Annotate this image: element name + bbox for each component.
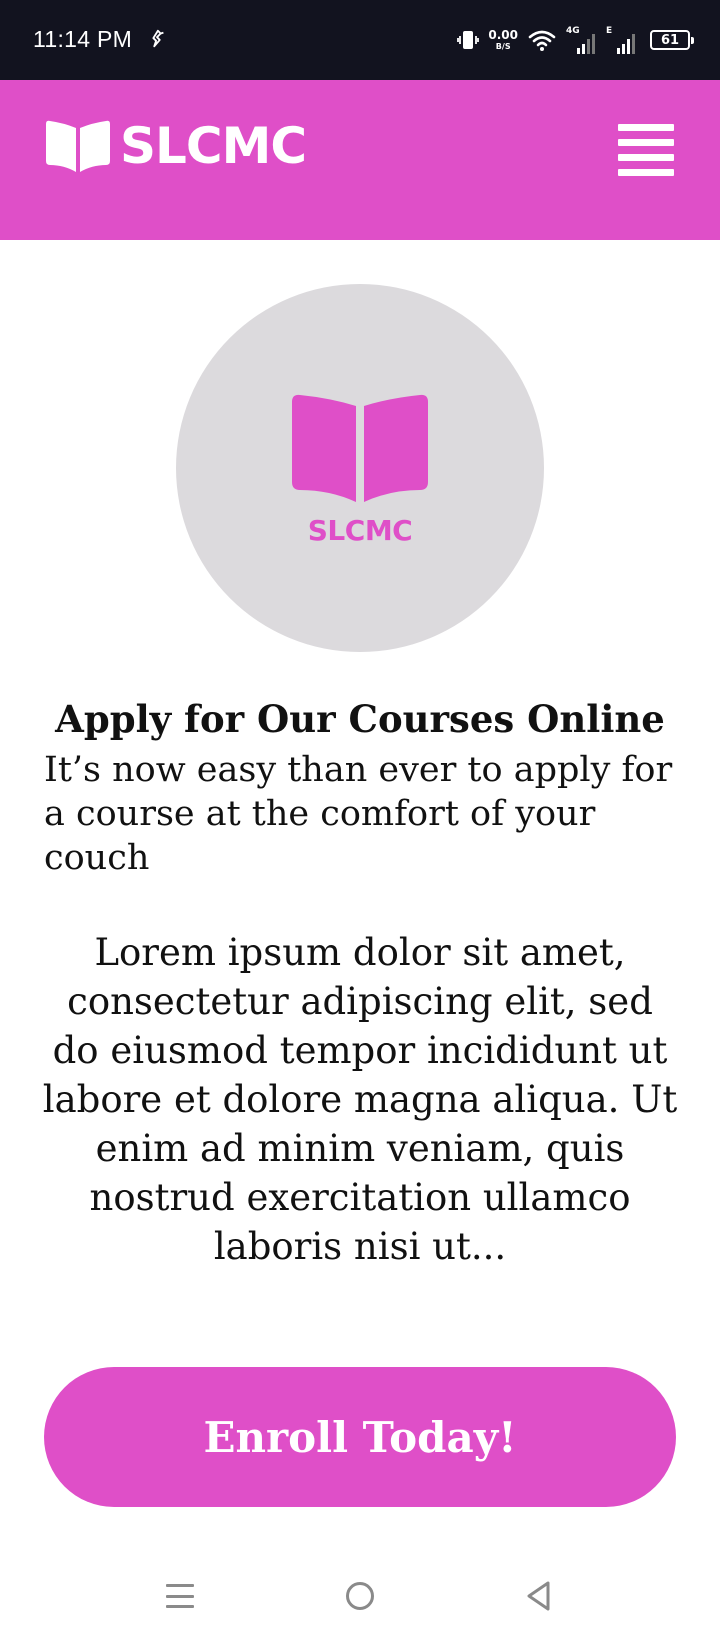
sim1-signal: 4G [566, 26, 598, 54]
page-subtitle: It’s now easy than ever to apply for a c… [44, 750, 673, 878]
logo-circle: SLCMC [176, 284, 544, 652]
sim2-label: E [606, 26, 613, 36]
home-circle-icon[interactable] [346, 1582, 374, 1610]
app-header: SLCMC [0, 80, 720, 240]
menu-bar [618, 124, 674, 131]
recents-icon[interactable] [166, 1582, 194, 1610]
status-bar: 11:14 PM 0.00 B/S 4G E 61 [0, 0, 720, 80]
brand-name: SLCMC [120, 117, 307, 175]
logo-text: SLCMC [307, 514, 413, 547]
hamburger-menu-icon[interactable] [618, 122, 674, 178]
network-speed-value: 0.00 [488, 28, 518, 42]
enroll-button[interactable]: Enroll Today! [44, 1367, 676, 1507]
vibrate-icon [457, 31, 480, 49]
recents-line [166, 1594, 194, 1598]
sim2-signal: E [606, 26, 638, 54]
network-speed: 0.00 B/S [488, 29, 518, 51]
page-title: Apply for Our Courses Online [55, 697, 665, 741]
body-text: Lorem ipsum dolor sit amet, consectetur … [42, 931, 678, 1268]
wifi-icon [528, 30, 556, 51]
network-speed-unit: B/S [495, 42, 511, 51]
battery-level: 61 [660, 32, 680, 48]
menu-bar [618, 139, 674, 146]
status-time: 11:14 PM [33, 26, 133, 52]
brand[interactable]: SLCMC [44, 117, 307, 175]
status-icons: 0.00 B/S 4G E 61 [456, 20, 694, 60]
recents-line [166, 1584, 194, 1587]
back-triangle-icon[interactable] [524, 1580, 554, 1612]
signal-bars-icon [577, 34, 595, 54]
signal-bars-icon [617, 34, 635, 54]
system-nav-bar [0, 1560, 720, 1647]
book-open-icon [292, 394, 428, 502]
menu-bar [618, 169, 674, 176]
battery-indicator: 61 [650, 30, 694, 50]
activity-runner-icon [152, 29, 164, 48]
book-open-icon [46, 120, 110, 172]
menu-bar [618, 154, 674, 161]
recents-line [166, 1605, 194, 1608]
